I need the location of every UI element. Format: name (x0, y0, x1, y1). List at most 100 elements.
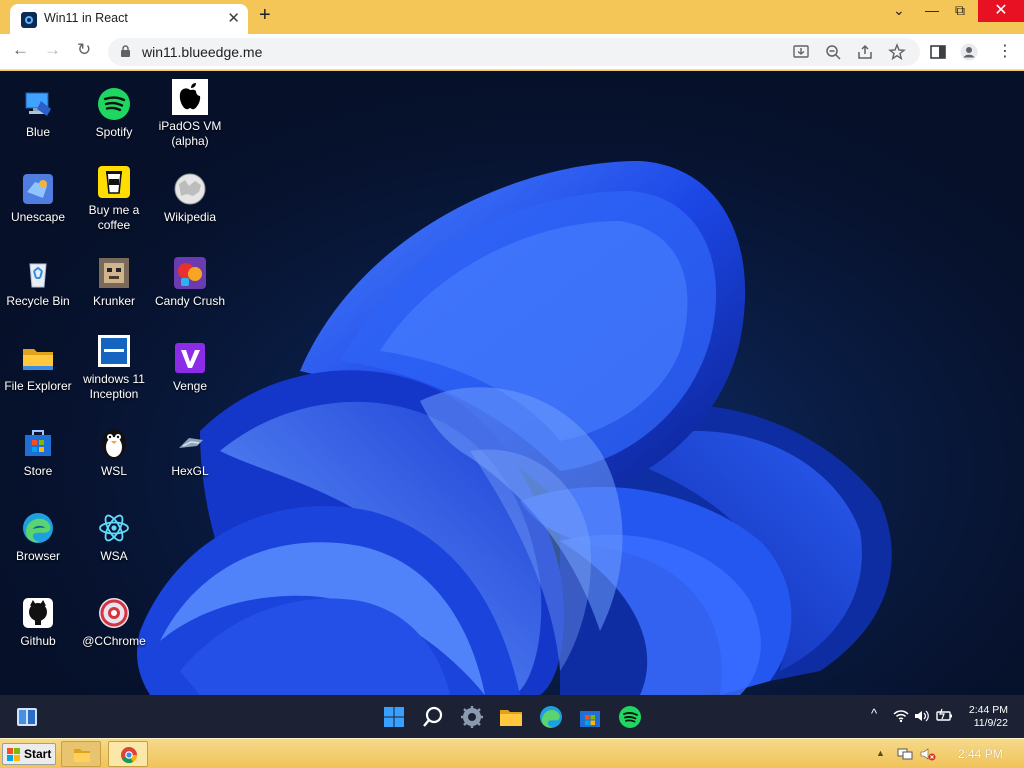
edge-icon (21, 511, 55, 545)
desktop-icon-venge[interactable]: Venge (152, 341, 228, 394)
desktop-icon-unescape[interactable]: Unescape (0, 172, 76, 225)
desktop-icon-ipados-vm[interactable]: iPadOS VM (alpha) (152, 79, 228, 149)
install-icon[interactable] (792, 43, 810, 61)
host-start-button[interactable]: Start (2, 743, 56, 765)
hexgl-icon (173, 426, 207, 460)
desktop-icon-windows-11-inception[interactable]: windows 11 Inception (76, 334, 152, 402)
url-text: win11.blueedge.me (142, 44, 263, 60)
chrome-icon (121, 747, 138, 764)
taskbar-time: 2:44 PM (968, 704, 1008, 716)
desktop-icon-store[interactable]: Store (0, 426, 76, 479)
profile-icon[interactable] (960, 43, 978, 61)
venge-icon (173, 341, 207, 375)
restore-window-button[interactable]: ⧉ (955, 2, 965, 19)
close-window-button[interactable]: ✕ (978, 0, 1024, 22)
desktop-icon-browser[interactable]: Browser (0, 511, 76, 564)
sidebar-icon[interactable] (929, 43, 947, 61)
win11-desktop[interactable]: Blue Unescape Recycle Bin File Explorer … (0, 71, 1024, 695)
candy-crush-icon (173, 256, 207, 290)
widgets-icon[interactable] (15, 705, 39, 729)
win11-favicon-icon (21, 12, 37, 28)
apple-icon (172, 79, 208, 115)
reload-icon[interactable]: ↻ (77, 40, 91, 60)
host-chrome-button[interactable] (108, 741, 148, 767)
back-icon[interactable]: ← (12, 40, 29, 60)
zoom-icon[interactable] (824, 43, 842, 61)
file-explorer-icon[interactable] (499, 705, 523, 729)
desktop-icon-label: Browser (15, 549, 60, 563)
desktop-icon-candy-crush[interactable]: Candy Crush (152, 256, 228, 309)
windows-logo-icon (7, 748, 20, 761)
desktop-icon-label: Spotify (95, 125, 133, 139)
tray-chevron-icon[interactable]: ^ (871, 706, 877, 721)
desktop-icon-label: HexGL (171, 464, 209, 478)
settings-icon[interactable] (460, 705, 484, 729)
win11-taskbar: ^ 2:44 PM 11/9/22 (0, 695, 1024, 738)
store-icon[interactable] (578, 705, 602, 729)
desktop-icon-blue[interactable]: Blue (0, 87, 76, 140)
lock-icon (121, 45, 130, 57)
wikipedia-icon (173, 172, 207, 206)
desktop-icon-label: Wikipedia (163, 210, 217, 224)
host-tray-chevron-icon[interactable]: ▲ (876, 748, 885, 758)
krunker-icon (97, 256, 131, 290)
new-tab-button[interactable]: + (259, 4, 271, 27)
desktop-icon-label: Unescape (10, 210, 66, 224)
tab-close-icon[interactable]: ✕ (227, 9, 240, 27)
desktop-icon-label: Candy Crush (154, 294, 226, 308)
desktop-icon-github[interactable]: Github (0, 596, 76, 649)
forward-icon[interactable]: → (44, 40, 61, 60)
browser-tab[interactable]: Win11 in React ✕ (10, 4, 248, 34)
tab-search-chevron-icon[interactable]: ⌄ (893, 2, 905, 19)
desktop-icon-label: Recycle Bin (6, 294, 70, 308)
wifi-icon[interactable] (893, 709, 909, 723)
recycle-bin-icon (21, 256, 55, 290)
desktop-icon-label: WSL (100, 464, 127, 478)
start-icon[interactable] (382, 705, 406, 729)
host-taskbar: Start ▲ 2:44 PM (0, 738, 1024, 768)
desktop-icon-label: Venge (172, 379, 208, 393)
desktop-icon-krunker[interactable]: Krunker (76, 256, 152, 309)
desktop-icon-wikipedia[interactable]: Wikipedia (152, 172, 228, 225)
desktop-icon-wsa[interactable]: WSA (76, 511, 152, 564)
cchrome-icon (97, 596, 131, 630)
desktop-icon-label: Store (23, 464, 53, 478)
share-icon[interactable] (856, 43, 874, 61)
host-file-manager-button[interactable] (61, 741, 101, 767)
github-icon (21, 596, 55, 630)
spotify-icon[interactable] (618, 705, 642, 729)
taskbar-date: 11/9/22 (973, 717, 1008, 729)
edge-icon[interactable] (539, 705, 563, 729)
browser-tab-strip: Win11 in React ✕ + ⌄ — ⧉ ✕ (0, 0, 1024, 34)
desktop-icon-file-explorer[interactable]: File Explorer (0, 341, 76, 394)
address-bar[interactable]: win11.blueedge.me (108, 38, 920, 66)
taskbar-clock[interactable]: 2:44 PM 11/9/22 (966, 704, 1008, 730)
desktop-icon-wsl[interactable]: WSL (76, 426, 152, 479)
desktop-icon-label: File Explorer (4, 379, 72, 393)
volume-icon[interactable] (914, 709, 930, 723)
desktop-icon-cchrome[interactable]: @CChrome (76, 596, 152, 649)
desktop-icon-label: Github (20, 634, 56, 648)
desktop-icon-label: windows 11 Inception (83, 372, 145, 401)
minimize-window-button[interactable]: — (925, 2, 939, 18)
desktop-icon-spotify[interactable]: Spotify (76, 87, 152, 140)
blue-computer-icon (21, 87, 55, 121)
search-icon[interactable] (421, 705, 445, 729)
host-clock[interactable]: 2:44 PM (958, 747, 1003, 761)
battery-icon[interactable] (935, 707, 953, 723)
desktop-icon-label: iPadOS VM (alpha) (158, 119, 222, 148)
muted-volume-icon[interactable] (920, 747, 936, 761)
desktop-icon-label: WSA (100, 549, 128, 563)
menu-icon[interactable]: ⋮ (997, 41, 1013, 61)
bookmark-star-icon[interactable] (888, 43, 906, 61)
network-icon[interactable] (897, 747, 913, 761)
desktop-icon-hexgl[interactable]: HexGL (152, 426, 228, 479)
start-label: Start (24, 747, 52, 761)
desktop-icon-buy-me-a-coffee[interactable]: Buy me a coffee (76, 165, 152, 233)
windows-inception-icon (97, 334, 131, 368)
coffee-icon (97, 165, 131, 199)
desktop-icon-label: Krunker (92, 294, 136, 308)
desktop-icon-recycle-bin[interactable]: Recycle Bin (0, 256, 76, 309)
spotify-icon (97, 87, 131, 121)
tab-title: Win11 in React (44, 11, 128, 25)
